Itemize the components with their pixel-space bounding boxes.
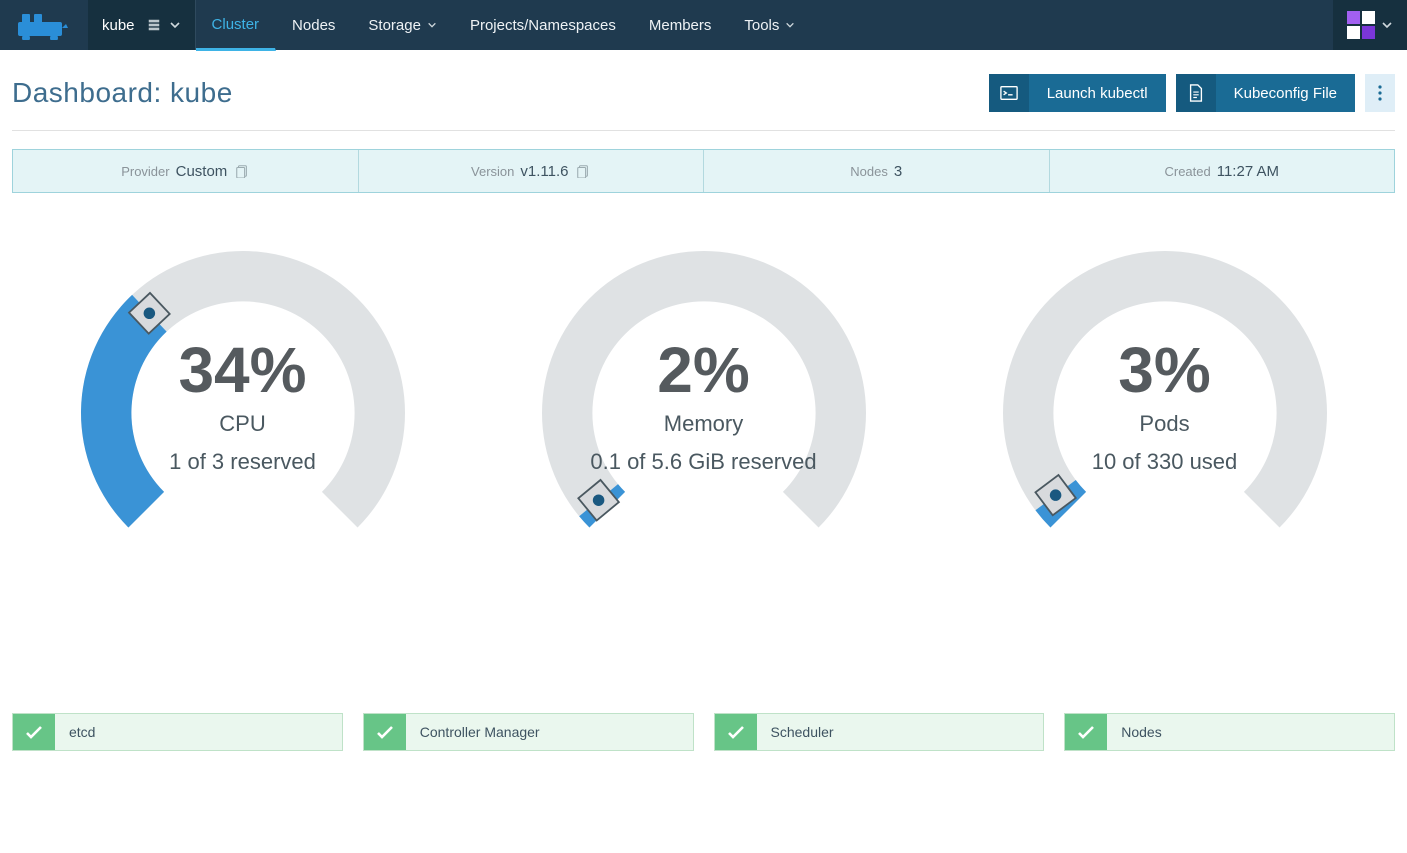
- health-scheduler[interactable]: Scheduler: [714, 713, 1045, 751]
- kubeconfig-file-button[interactable]: Kubeconfig File: [1176, 74, 1355, 112]
- rancher-logo-icon: [14, 10, 74, 40]
- info-nodes: Nodes 3: [704, 150, 1050, 192]
- health-etcd[interactable]: etcd: [12, 713, 343, 751]
- gauge-title: CPU: [23, 411, 463, 437]
- cluster-info-bar: Provider Custom Version v1.11.6 Nodes 3 …: [12, 149, 1395, 193]
- terminal-icon: [989, 74, 1029, 112]
- nav-label: Storage: [368, 17, 421, 34]
- avatar: [1347, 11, 1375, 39]
- cluster-name: kube: [102, 17, 135, 34]
- gauge-title: Memory: [484, 411, 924, 437]
- chevron-down-icon: [785, 20, 795, 30]
- info-provider: Provider Custom: [13, 150, 359, 192]
- nav-items: Cluster Nodes Storage Projects/Namespace…: [196, 0, 813, 50]
- gauge-title: Pods: [945, 411, 1385, 437]
- gauge-subtitle: 10 of 330 used: [945, 449, 1385, 475]
- nav-label: Projects/Namespaces: [470, 17, 616, 34]
- component-health-row: etcd Controller Manager Scheduler Nodes: [12, 713, 1395, 751]
- check-icon: [715, 714, 757, 750]
- nav-item-members[interactable]: Members: [633, 0, 729, 50]
- check-icon: [364, 714, 406, 750]
- button-label: Kubeconfig File: [1216, 85, 1355, 102]
- gauge-cpu: 34% CPU 1 of 3 reserved: [23, 233, 463, 593]
- clipboard-icon[interactable]: [576, 164, 590, 178]
- gauge-subtitle: 0.1 of 5.6 GiB reserved: [484, 449, 924, 475]
- stack-icon: [147, 18, 161, 32]
- health-label: Scheduler: [757, 714, 834, 750]
- user-menu[interactable]: [1333, 0, 1407, 50]
- nav-item-nodes[interactable]: Nodes: [276, 0, 352, 50]
- gauge-percent: 3%: [945, 333, 1385, 407]
- nav-item-projects-namespaces[interactable]: Projects/Namespaces: [454, 0, 633, 50]
- vertical-dots-icon: [1378, 85, 1382, 101]
- info-version: Version v1.11.6: [359, 150, 705, 192]
- chevron-down-icon: [1381, 19, 1393, 31]
- nav-label: Members: [649, 17, 712, 34]
- cluster-selector[interactable]: kube: [88, 0, 196, 50]
- nav-item-storage[interactable]: Storage: [352, 0, 454, 50]
- page-title: Dashboard: kube: [12, 77, 233, 109]
- health-label: Controller Manager: [406, 714, 540, 750]
- gauge-subtitle: 1 of 3 reserved: [23, 449, 463, 475]
- nav-label: Tools: [744, 17, 779, 34]
- clipboard-icon[interactable]: [235, 164, 249, 178]
- chevron-down-icon: [169, 19, 181, 31]
- page-header: Dashboard: kube Launch kubectl Kubeconfi…: [12, 62, 1395, 131]
- health-label: Nodes: [1107, 714, 1161, 750]
- gauge-percent: 2%: [484, 333, 924, 407]
- logo[interactable]: [0, 0, 88, 50]
- launch-kubectl-button[interactable]: Launch kubectl: [989, 74, 1166, 112]
- nav-item-tools[interactable]: Tools: [728, 0, 812, 50]
- nav-label: Cluster: [212, 16, 260, 33]
- health-nodes[interactable]: Nodes: [1064, 713, 1395, 751]
- button-label: Launch kubectl: [1029, 85, 1166, 102]
- gauge-pods: 3% Pods 10 of 330 used: [945, 233, 1385, 593]
- check-icon: [1065, 714, 1107, 750]
- nav-label: Nodes: [292, 17, 335, 34]
- file-icon: [1176, 74, 1216, 112]
- info-created: Created 11:27 AM: [1050, 150, 1395, 192]
- check-icon: [13, 714, 55, 750]
- top-navbar: kube Cluster Nodes Storage Projects/Name…: [0, 0, 1407, 50]
- chevron-down-icon: [427, 20, 437, 30]
- nav-item-cluster[interactable]: Cluster: [196, 0, 277, 51]
- health-controller-manager[interactable]: Controller Manager: [363, 713, 694, 751]
- gauge-memory: 2% Memory 0.1 of 5.6 GiB reserved: [484, 233, 924, 593]
- gauge-row: 34% CPU 1 of 3 reserved 2% Memory 0.1 of…: [12, 233, 1395, 593]
- gauge-percent: 34%: [23, 333, 463, 407]
- health-label: etcd: [55, 714, 95, 750]
- more-actions-button[interactable]: [1365, 74, 1395, 112]
